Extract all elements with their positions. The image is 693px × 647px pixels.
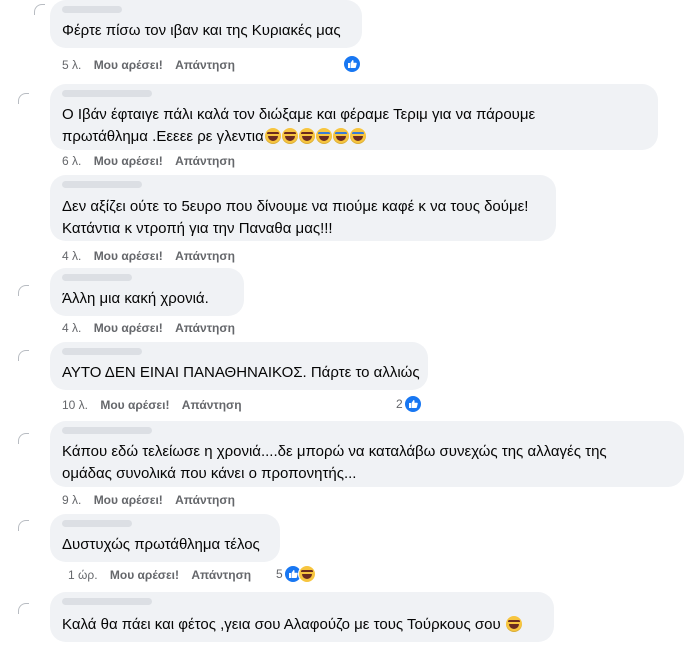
reply-action[interactable]: Απάντηση [175,58,235,72]
like-action[interactable]: Μου αρέσει! [94,321,163,335]
thread-line [18,603,29,614]
timestamp[interactable]: 10 λ. [62,398,88,412]
laughing-emoji [264,128,281,144]
comment-text: ΑΥΤΟ ΔΕΝ ΕΙΝΑΙ ΠΑΝΑΘΗΝΑΙΚΟΣ. Πάρτε το αλ… [62,364,420,381]
comment-meta: 9 λ. Μου αρέσει! Απάντηση [62,492,235,508]
author-name-redacted [62,181,142,188]
reply-action[interactable]: Απάντηση [175,321,235,335]
thread-line [18,433,29,444]
author-name-redacted [62,348,142,355]
reply-action[interactable]: Απάντηση [191,568,251,582]
reply-action[interactable]: Απάντηση [175,154,235,168]
comment-text-line-2: Κατάντια κ ντροπή για την Παναθα μας!!! [62,220,333,237]
reactions[interactable] [343,55,361,73]
like-action[interactable]: Μου αρέσει! [110,568,179,582]
like-action[interactable]: Μου αρέσει! [94,58,163,72]
like-icon [403,395,422,413]
haha-icon [297,565,316,583]
like-action[interactable]: Μου αρέσει! [94,154,163,168]
timestamp[interactable]: 6 λ. [62,154,81,168]
author-name-redacted [62,90,152,97]
comment-meta: 4 λ. Μου αρέσει! Απάντηση [62,320,235,336]
reactions[interactable]: 5 [276,565,316,583]
comment-text: Φέρτε πίσω τον ιβαν και της Κυριακές μας [62,22,341,39]
reaction-count: 5 [276,567,283,581]
comment-text-line-2: ομάδας συνολικά που κάνει ο προπονητής..… [62,465,357,482]
comment-meta: 10 λ. Μου αρέσει! Απάντηση [62,397,242,413]
thread-line [18,285,29,296]
comment-text: Άλλη μια κακή χρονιά. [62,290,209,307]
like-icon [343,55,361,73]
tears-of-joy-emoji [349,128,366,144]
timestamp[interactable]: 4 λ. [62,321,81,335]
reply-action[interactable]: Απάντηση [182,398,242,412]
comment-text: πρωτάθλημα .Εεεεε ρε γλεντια [62,128,264,145]
like-action[interactable]: Μου αρέσει! [100,398,169,412]
comment-text: Καλά θα πάει και φέτος ,γεια σου Αλαφούζ… [62,616,501,633]
tears-of-joy-emoji [332,128,349,144]
author-name-redacted [62,427,152,434]
comment-meta: 1 ώρ. Μου αρέσει! Απάντηση [68,567,251,583]
comment-text-line: Καλά θα πάει και φέτος ,γεια σου Αλαφούζ… [62,614,522,636]
timestamp[interactable]: 4 λ. [62,249,81,263]
timestamp[interactable]: 9 λ. [62,493,81,507]
laughing-emoji [298,128,315,144]
comment-text-line-1: Κάπου εδώ τελείωσε η χρονιά....δε μπορώ … [62,443,607,460]
author-name-redacted [62,274,132,281]
reactions[interactable]: 2 [396,395,422,413]
comment-text: Δυστυχώς πρωτάθλημα τέλος [62,536,260,553]
comment-meta: 5 λ. Μου αρέσει! Απάντηση [62,57,235,73]
comment-text-line-1: Δεν αξίζει ούτε το 5ευρο που δίνουμε να … [62,198,529,215]
tears-of-joy-emoji [315,128,332,144]
comment-meta: 6 λ. Μου αρέσει! Απάντηση [62,153,235,169]
author-name-redacted [62,598,152,605]
like-action[interactable]: Μου αρέσει! [94,493,163,507]
like-action[interactable]: Μου αρέσει! [94,249,163,263]
laughing-emoji [281,128,298,144]
reaction-count: 2 [396,397,403,411]
author-name-redacted [62,6,122,13]
author-name-redacted [62,520,132,527]
reply-action[interactable]: Απάντηση [175,249,235,263]
laughing-emoji [505,616,522,632]
thread-line [34,4,45,15]
comment-text-line-2: πρωτάθλημα .Εεεεε ρε γλεντια [62,126,366,148]
reply-action[interactable]: Απάντηση [175,493,235,507]
thread-line [18,350,29,361]
comment-text-line-1: Ο Ιβάν έφταιγε πάλι καλά τον διώξαμε και… [62,106,536,123]
timestamp[interactable]: 1 ώρ. [68,568,98,582]
thread-line [18,93,29,104]
thread-line [18,520,29,531]
timestamp[interactable]: 5 λ. [62,58,81,72]
comment-meta: 4 λ. Μου αρέσει! Απάντηση [62,248,235,264]
